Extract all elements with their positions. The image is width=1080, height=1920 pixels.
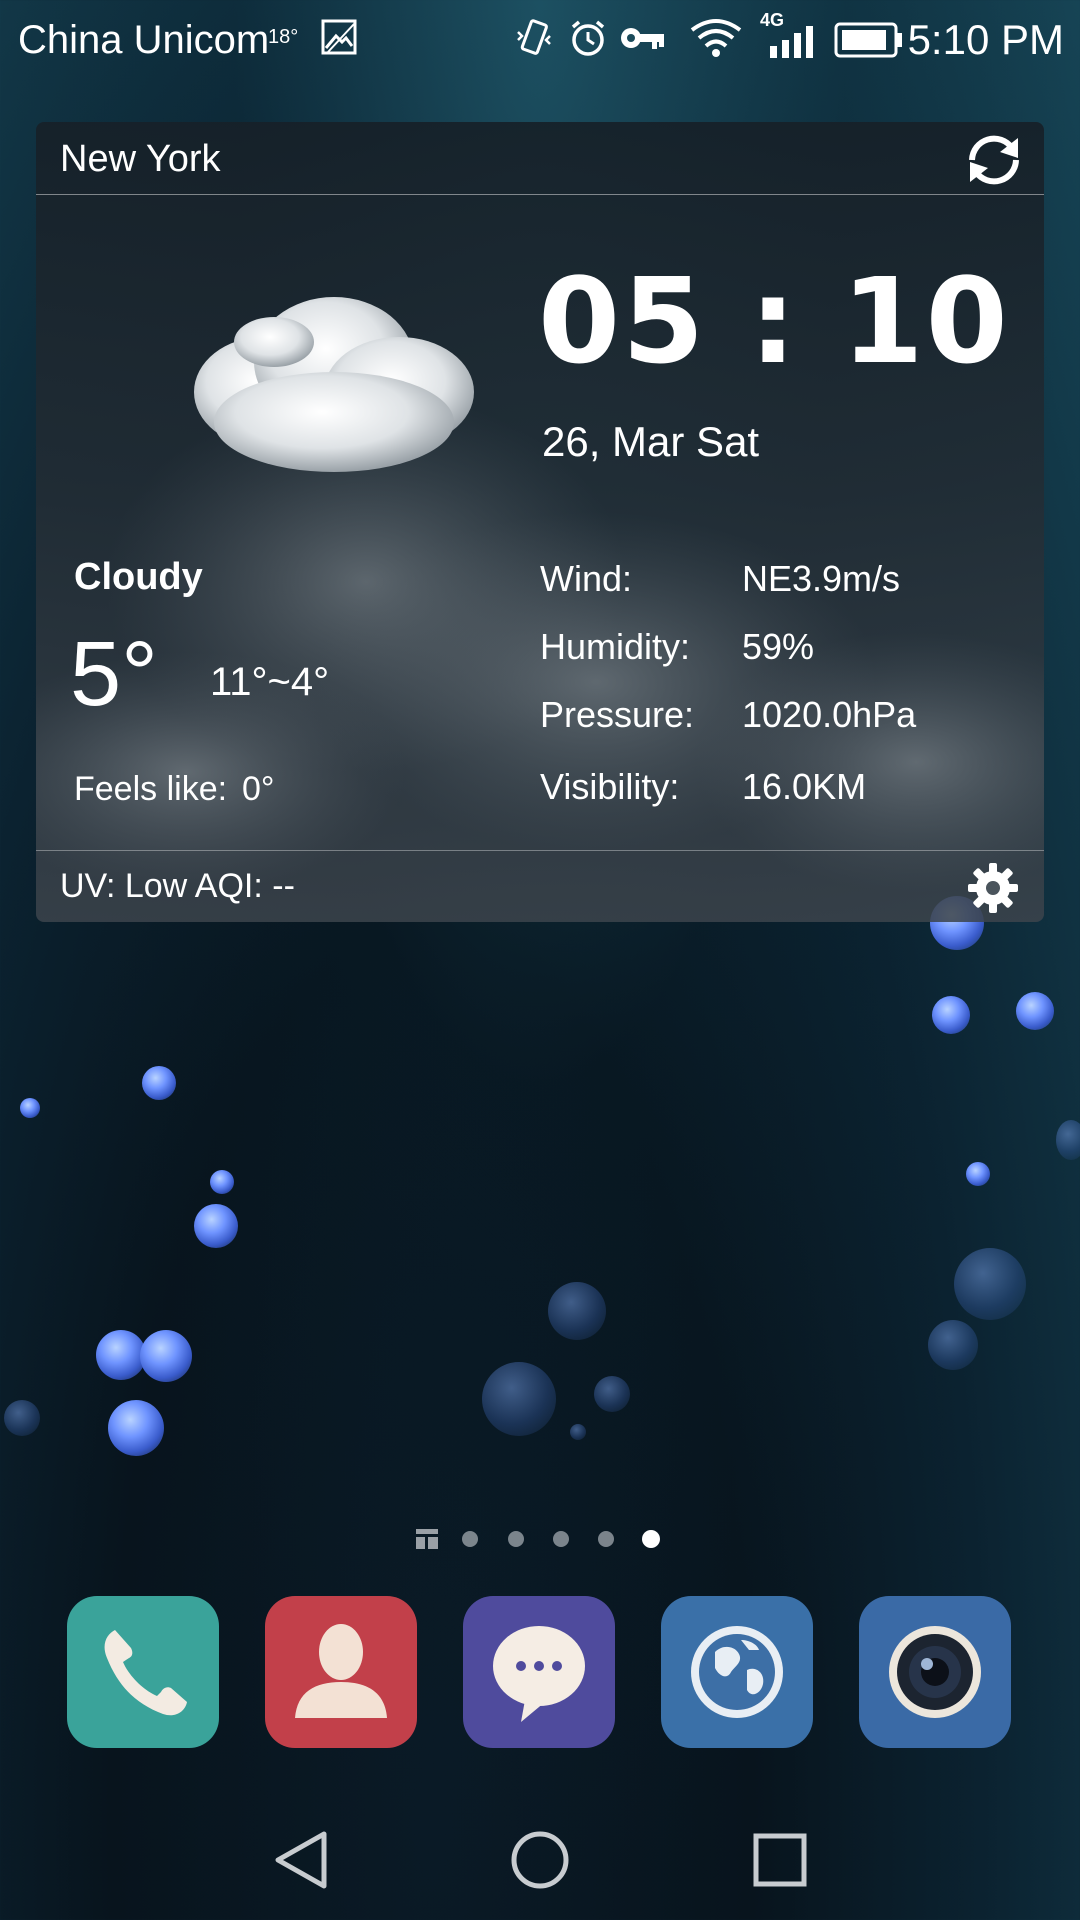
image-icon <box>321 19 357 55</box>
wallpaper-bubble <box>966 1162 990 1186</box>
refresh-icon[interactable] <box>962 130 1026 190</box>
pressure-value: 1020.0hPa <box>742 694 917 735</box>
wallpaper-bubble <box>108 1400 164 1456</box>
carrier-name: China Unicom <box>18 18 270 62</box>
carrier-temperature: 18° <box>268 26 299 48</box>
wifi-icon <box>690 19 742 57</box>
wallpaper-bubble <box>1016 992 1054 1030</box>
widget-time[interactable]: 05 : 10 <box>538 252 1010 390</box>
wallpaper-bubble <box>20 1098 40 1118</box>
humidity-value: 59% <box>742 626 815 667</box>
wallpaper-bubble <box>570 1424 586 1440</box>
city-name[interactable]: New York <box>60 138 221 181</box>
current-temperature: 5° <box>70 623 158 725</box>
vpn-key-icon <box>621 28 664 49</box>
page-dot-2[interactable] <box>508 1531 524 1547</box>
signal-icon <box>770 26 813 58</box>
page-dot-5-active[interactable] <box>642 1530 660 1548</box>
humidity-label: Humidity: <box>540 626 691 667</box>
phone-icon <box>104 1630 187 1716</box>
messages-app[interactable] <box>463 1596 615 1748</box>
contacts-app[interactable] <box>265 1596 417 1748</box>
wallpaper-bubble <box>594 1376 630 1412</box>
status-bar: China Unicom 18° 4G 5:10 PM <box>0 0 1080 78</box>
wallpaper-bubble <box>954 1248 1026 1320</box>
wind-value: NE3.9m/s <box>742 558 901 599</box>
alarm-icon <box>571 20 605 56</box>
recents-icon[interactable] <box>740 1820 820 1900</box>
feels-like-value: 0° <box>242 770 275 808</box>
wallpaper-bubble <box>932 996 970 1034</box>
phone-app[interactable] <box>67 1596 219 1748</box>
wallpaper-bubble <box>142 1066 176 1100</box>
widget-footer: UV: Low AQI: -- <box>36 850 1044 922</box>
camera-app[interactable] <box>859 1596 1011 1748</box>
page-dot-4[interactable] <box>598 1531 614 1547</box>
wallpaper-bubble <box>548 1282 606 1340</box>
globe-icon <box>691 1626 783 1718</box>
visibility-value: 16.0KM <box>742 766 867 807</box>
wallpaper-bubble <box>4 1400 40 1436</box>
temperature-range: 11°~4° <box>210 660 330 704</box>
widget-header: New York <box>36 122 1044 195</box>
settings-gear-icon[interactable] <box>966 861 1020 915</box>
uv-aqi-text: UV: Low AQI: -- <box>60 867 295 905</box>
home-icon[interactable] <box>500 1820 580 1900</box>
cloudy-icon <box>194 297 474 472</box>
vibrate-icon <box>517 19 551 55</box>
visibility-label: Visibility: <box>540 766 680 807</box>
status-clock: 5:10 PM <box>907 16 1064 63</box>
widget-page-icon[interactable] <box>416 1529 438 1549</box>
pressure-label: Pressure: <box>540 694 695 735</box>
wallpaper-bubble <box>96 1330 146 1380</box>
back-icon[interactable] <box>260 1820 340 1900</box>
widget-date[interactable]: 26, Mar Sat <box>542 418 759 466</box>
weather-condition: Cloudy <box>74 556 203 598</box>
message-icon <box>493 1626 585 1722</box>
weather-widget[interactable]: New York 05 : 10 26, Mar Sat Cloudy 5° 1… <box>36 122 1044 922</box>
browser-app[interactable] <box>661 1596 813 1748</box>
wallpaper-bubble <box>1056 1120 1080 1160</box>
wind-label: Wind: <box>540 558 633 599</box>
page-dot-1[interactable] <box>462 1531 478 1547</box>
wallpaper-bubble <box>928 1320 978 1370</box>
battery-icon <box>834 22 902 58</box>
wallpaper-bubble <box>482 1362 556 1436</box>
feels-like-label: Feels like: <box>74 770 228 808</box>
camera-icon <box>889 1626 981 1718</box>
wallpaper-bubble <box>194 1204 238 1248</box>
contact-icon <box>295 1624 387 1718</box>
page-dot-3[interactable] <box>553 1531 569 1547</box>
wallpaper-bubble <box>140 1330 192 1382</box>
wallpaper-bubble <box>210 1170 234 1194</box>
